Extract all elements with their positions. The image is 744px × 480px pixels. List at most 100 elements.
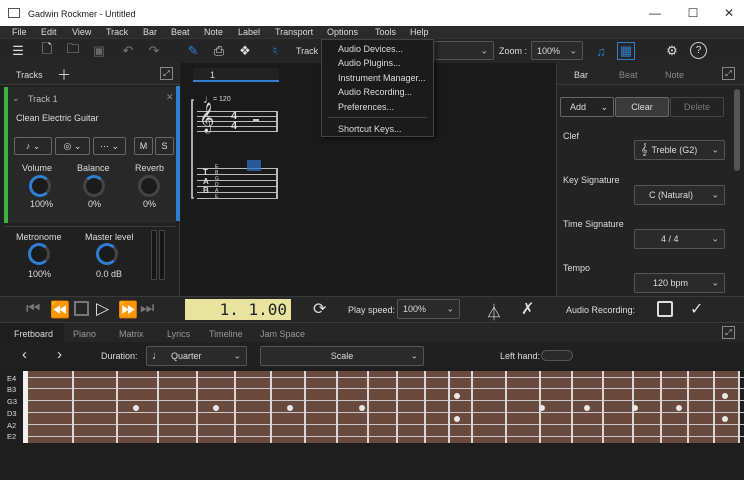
menu-note[interactable]: Note [204,27,223,37]
undo-icon[interactable]: ↶ [119,42,137,60]
menu-preferences[interactable]: Preferences... [338,102,394,112]
time-signature-select[interactable]: 4 / 4 ⌄ [634,229,725,249]
reverb-knob[interactable] [138,175,160,197]
tab-letter-b: B [203,186,209,195]
remove-track-icon[interactable]: ✕ [166,92,174,103]
stop-icon[interactable] [74,301,89,316]
collapse-chevron-icon[interactable]: ⌄ [12,93,20,104]
guitar-string [28,412,744,413]
play-icon[interactable]: ▷ [96,299,109,319]
duration-select[interactable]: ♩ Quarter ⌄ [146,346,247,366]
grid-view-icon[interactable]: ▦ [617,42,635,60]
clear-button[interactable]: Clear [615,97,669,117]
undock-icon[interactable]: ⤢ [722,326,735,339]
fret-marker [213,405,219,411]
tab-lyrics[interactable]: Lyrics [167,329,190,339]
open-folder-icon[interactable]: 🗀 [64,41,82,60]
menu-beat[interactable]: Beat [171,27,190,37]
next-icon[interactable]: › [57,346,62,363]
new-file-icon[interactable]: 🗋 [38,41,56,60]
edit-score-icon[interactable]: ✎ [184,42,202,60]
tab-bar[interactable]: Bar [574,70,588,80]
redo-icon[interactable]: ↷ [145,42,163,60]
menu-instrument-manager[interactable]: Instrument Manager... [338,73,426,83]
track-card[interactable]: ⌄ Track 1 ✕ Clean Electric Guitar ♪ ⌄ ◎ … [4,87,176,223]
menu-label[interactable]: Label [238,27,260,37]
menu-file[interactable]: File [12,27,27,37]
record-button-icon[interactable] [657,301,673,317]
help-icon[interactable]: ? [690,42,707,59]
tab-piano[interactable]: Piano [73,329,96,339]
previous-icon[interactable]: ‹ [22,346,27,363]
tab-jam-space[interactable]: Jam Space [260,329,305,339]
metronome-icon[interactable]: ⏃ [486,299,502,323]
menu-help[interactable]: Help [410,27,429,37]
menu-shortcut-keys[interactable]: Shortcut Keys... [338,124,402,134]
menu-audio-plugins[interactable]: Audio Plugins... [338,58,401,68]
mute-button[interactable]: M [134,137,153,155]
clef-select[interactable]: 𝄞 Treble (G2) ⌄ [634,140,725,160]
play-speed-select[interactable]: 100% ⌄ [397,299,460,319]
hamburger-menu-icon[interactable]: ☰ [9,42,27,60]
tab-fretboard[interactable]: Fretboard [14,329,53,339]
properties-scrollbar[interactable] [734,89,740,171]
master-level-knob[interactable] [96,243,118,265]
undock-icon[interactable]: ⤢ [722,67,735,80]
tab-timeline[interactable]: Timeline [209,329,243,339]
tab-beat[interactable]: Beat [619,70,638,80]
rewind-icon[interactable]: ⏪ [50,300,70,320]
volume-knob[interactable] [29,175,51,197]
menu-transport[interactable]: Transport [275,27,313,37]
tab-note[interactable]: Note [665,70,684,80]
track-select[interactable]: ⌄ [434,41,494,60]
scale-select[interactable]: Scale ⌄ [260,346,424,366]
solo-button[interactable]: S [155,137,174,155]
go-to-end-icon[interactable]: ⏭ [140,300,154,318]
fast-forward-icon[interactable]: ⏩ [118,300,138,320]
effects-button[interactable]: ◎ ⌄ [55,137,90,155]
menu-view[interactable]: View [72,27,91,37]
print-icon[interactable]: ⎙ [210,42,228,60]
menu-edit[interactable]: Edit [41,27,57,37]
menu-track[interactable]: Track [106,27,128,37]
fret-marker [584,405,590,411]
menu-bar: File Edit View Track Bar Beat Note Label… [0,26,744,39]
chevron-down-icon: ⌄ [480,45,488,55]
tab-matrix[interactable]: Matrix [119,329,144,339]
metronome-note-icon[interactable]: ♫ [592,42,610,60]
bar-number: 1 [210,70,216,80]
maximize-button[interactable]: ☐ [678,4,708,22]
menu-audio-recording[interactable]: Audio Recording... [338,87,412,97]
guitar-settings-button[interactable]: ♪ ⌄ [14,137,52,155]
left-hand-toggle[interactable] [541,350,573,361]
add-track-icon[interactable]: ＋ [57,65,71,85]
tuner-icon[interactable]: ♮ [266,42,284,60]
gear-icon[interactable]: ⚙ [663,42,681,60]
instruments-icon[interactable]: ❖ [236,42,254,60]
undock-icon[interactable]: ⤢ [160,67,173,80]
more-options-button[interactable]: ⋯ ⌄ [93,137,126,155]
tab-cursor[interactable] [247,160,261,171]
tab-line [197,168,277,169]
zoom-select[interactable]: 100% ⌄ [531,41,583,60]
fretboard[interactable] [23,371,744,443]
menu-tools[interactable]: Tools [375,27,396,37]
balance-knob[interactable] [83,175,105,197]
tab-tracks[interactable]: Tracks [16,70,43,80]
minimize-button[interactable]: — [640,4,670,22]
close-button[interactable]: ✕ [714,4,744,22]
menu-options[interactable]: Options [327,27,358,37]
delete-button[interactable]: Delete [670,97,724,117]
save-icon[interactable]: ▣ [90,42,108,60]
menu-bar-item[interactable]: Bar [143,27,157,37]
count-in-icon[interactable]: ✗ [521,299,534,319]
confirm-check-icon[interactable]: ✓ [690,299,703,319]
key-signature-select[interactable]: C (Natural) ⌄ [634,185,725,205]
metronome-knob[interactable] [28,243,50,265]
guitar-string [28,436,744,437]
add-button[interactable]: Add ⌄ [560,97,614,117]
tempo-select[interactable]: 120 bpm ⌄ [634,273,725,293]
go-to-start-icon[interactable]: ⏮ [26,300,40,318]
loop-icon[interactable]: ⟳ [313,299,326,319]
menu-audio-devices[interactable]: Audio Devices... [338,44,403,54]
